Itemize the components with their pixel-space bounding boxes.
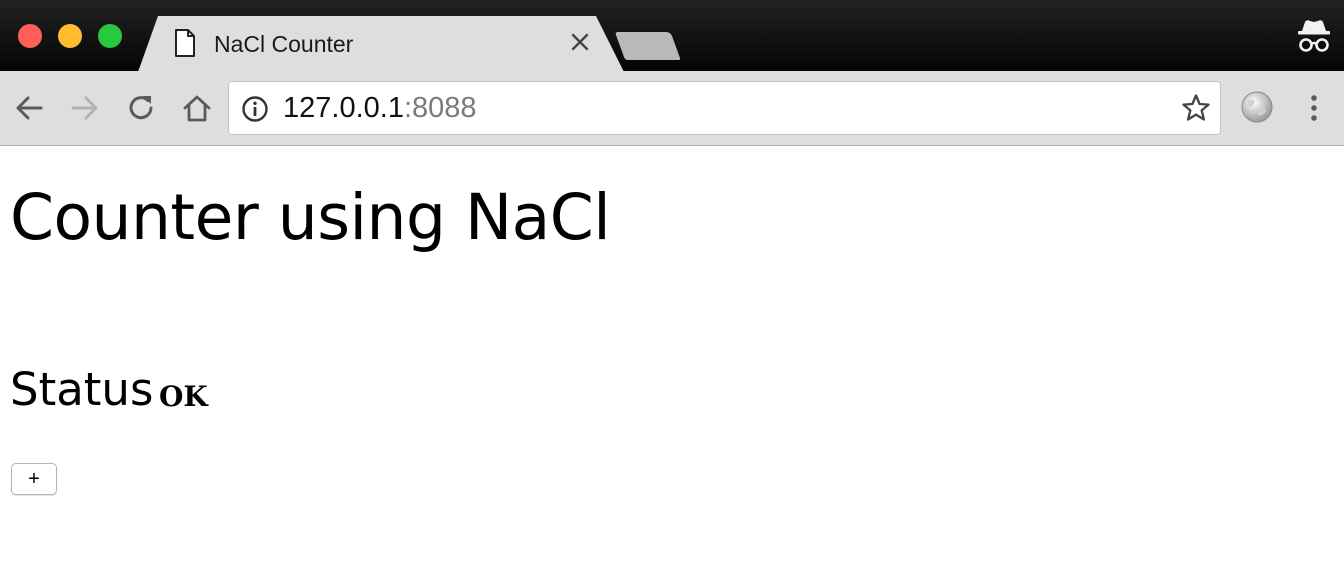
forward-arrow-icon[interactable] <box>68 91 102 125</box>
page-title: Counter using NaCl <box>10 181 611 254</box>
maximize-window-button[interactable] <box>98 24 122 48</box>
close-icon[interactable] <box>568 30 592 54</box>
globe-icon[interactable] <box>1240 90 1274 124</box>
url-text[interactable]: 127.0.0.1:8088 <box>283 92 477 125</box>
browser-tab[interactable]: NaCl Counter <box>138 16 624 72</box>
reload-icon[interactable] <box>124 91 158 125</box>
info-icon[interactable] <box>241 95 269 128</box>
kebab-menu-icon[interactable] <box>1298 91 1330 125</box>
star-icon[interactable] <box>1181 93 1211 128</box>
incognito-icon <box>1295 18 1333 54</box>
status-label: Status <box>10 363 154 416</box>
window-titlebar: NaCl Counter <box>0 0 1344 72</box>
tab-title: NaCl Counter <box>214 31 354 57</box>
url-port: :8088 <box>403 92 477 124</box>
increment-button[interactable]: + <box>11 463 57 495</box>
home-icon[interactable] <box>180 91 214 125</box>
address-bar[interactable]: 127.0.0.1:8088 <box>228 81 1221 135</box>
minimize-window-button[interactable] <box>58 24 82 48</box>
browser-toolbar: 127.0.0.1:8088 <box>0 71 1344 146</box>
page-content: Counter using NaCl Status OK + <box>0 147 1344 564</box>
back-arrow-icon[interactable] <box>12 91 46 125</box>
url-host: 127.0.0.1 <box>283 92 404 124</box>
tab-background <box>138 16 624 72</box>
close-window-button[interactable] <box>18 24 42 48</box>
page-icon <box>174 28 196 63</box>
status-value: OK <box>159 380 208 413</box>
new-tab-button[interactable] <box>614 30 684 62</box>
